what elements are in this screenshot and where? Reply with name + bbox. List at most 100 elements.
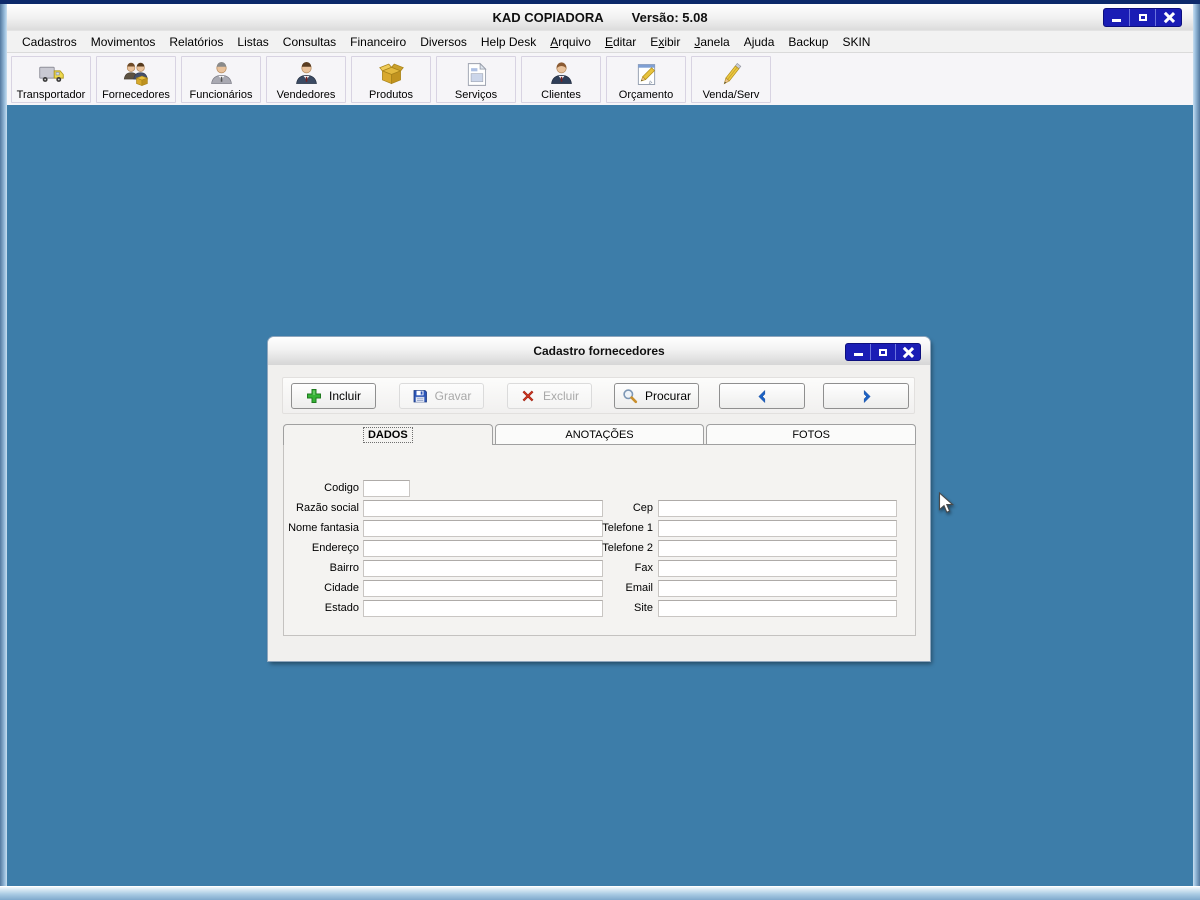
menu-item-label: Financeiro xyxy=(350,35,406,49)
toolbar-button-transportador[interactable]: Transportador xyxy=(11,56,91,103)
procurar-label: Procurar xyxy=(645,389,691,403)
main-window-controls xyxy=(1103,8,1182,27)
menu-item-editar[interactable]: Editar xyxy=(598,33,643,51)
dialog-title: Cadastro fornecedores xyxy=(533,344,664,358)
toolbar-button-orcamento[interactable]: Orçamento xyxy=(606,56,686,103)
menu-item-janela[interactable]: Janela xyxy=(687,33,736,51)
excluir-label: Excluir xyxy=(543,389,579,403)
minimize-button[interactable] xyxy=(1104,9,1129,26)
toolbar-button-label: Funcionários xyxy=(190,89,253,102)
toolbar-icon xyxy=(462,60,491,89)
toolbar-button-label: Serviços xyxy=(455,89,497,102)
gravar-label: Gravar xyxy=(435,389,472,403)
plus-icon xyxy=(306,388,322,404)
dialog-maximize-button[interactable] xyxy=(870,344,895,360)
menu-item-label: Consultas xyxy=(283,35,336,49)
toolbar-button-label: Produtos xyxy=(369,89,413,102)
toolbar-button-funcionarios[interactable]: Funcionários xyxy=(181,56,261,103)
menu-item-label: Cadastros xyxy=(22,35,77,49)
menu-item-cadastros[interactable]: Cadastros xyxy=(15,33,84,51)
menu-item-label: Editar xyxy=(605,35,636,49)
cadastro-fornecedores-dialog: Cadastro fornecedores Incluir Gravar xyxy=(268,337,930,661)
fax-input[interactable] xyxy=(658,560,897,577)
dialog-titlebar[interactable]: Cadastro fornecedores xyxy=(268,337,930,366)
menu-item-label: Arquivo xyxy=(550,35,591,49)
field-label: Cep xyxy=(578,502,658,514)
mouse-cursor xyxy=(938,492,958,514)
desktop-screen: KAD COPIADORA Versão: 5.08 Cadastros Mov… xyxy=(0,0,1200,900)
floppy-icon xyxy=(412,388,428,404)
tab-anotacoes[interactable]: ANOTAÇÕES xyxy=(495,424,705,444)
menu-item-exibir[interactable]: Exibir xyxy=(643,33,687,51)
previous-record-button[interactable] xyxy=(719,383,805,409)
form-field-fax: Fax xyxy=(578,559,897,577)
form-field-cep: Cep xyxy=(578,499,897,517)
chevron-left-icon xyxy=(755,389,770,404)
toolbar-icon xyxy=(377,60,406,89)
excluir-button: Excluir xyxy=(507,383,592,409)
incluir-label: Incluir xyxy=(329,389,361,403)
minimize-icon xyxy=(854,353,863,356)
app-version: Versão: 5.08 xyxy=(632,10,708,25)
menu-item-arquivo[interactable]: Arquivo xyxy=(543,33,598,51)
menu-item-listas[interactable]: Listas xyxy=(230,33,275,51)
telefone-2-input[interactable] xyxy=(658,540,897,557)
procurar-button[interactable]: Procurar xyxy=(614,383,699,409)
email-input[interactable] xyxy=(658,580,897,597)
menu-item-diversos[interactable]: Diversos xyxy=(413,33,474,51)
tab-label: ANOTAÇÕES xyxy=(561,428,637,442)
toolbar-icon xyxy=(207,60,236,89)
toolbar-button-clientes[interactable]: Clientes xyxy=(521,56,601,103)
toolbar-button-vendedores[interactable]: Vendedores xyxy=(266,56,346,103)
toolbar-button-venda-serv[interactable]: Venda/Serv xyxy=(691,56,771,103)
maximize-button[interactable] xyxy=(1129,9,1155,26)
menu-item-backup[interactable]: Backup xyxy=(781,33,835,51)
toolbar-button-label: Clientes xyxy=(541,89,581,102)
tab-dados[interactable]: DADOS xyxy=(283,424,493,445)
toolbar-button-servicos[interactable]: Serviços xyxy=(436,56,516,103)
site-input[interactable] xyxy=(658,600,897,617)
menu-item-skin[interactable]: SKIN xyxy=(835,33,877,51)
main-titlebar[interactable]: KAD COPIADORA Versão: 5.08 xyxy=(7,4,1193,31)
gravar-button: Gravar xyxy=(399,383,484,409)
menu-item-label: Help Desk xyxy=(481,35,536,49)
dialog-close-button[interactable] xyxy=(895,344,920,360)
app-title: KAD COPIADORA xyxy=(492,10,603,25)
field-label: Email xyxy=(578,582,658,594)
menu-item-label: Ajuda xyxy=(744,35,775,49)
toolbar-icon xyxy=(292,60,321,89)
menu-item-relatorios[interactable]: Relatórios xyxy=(162,33,230,51)
menu-item-help-desk[interactable]: Help Desk xyxy=(474,33,543,51)
toolbar-icon xyxy=(37,60,66,89)
search-icon xyxy=(622,388,638,404)
maximize-icon xyxy=(1139,14,1147,21)
minimize-icon xyxy=(1112,19,1121,22)
window-frame-left xyxy=(0,4,7,887)
form-field-telefone-1: Telefone 1 xyxy=(578,519,897,537)
menu-item-label: Exibir xyxy=(650,35,680,49)
toolbar-button-label: Venda/Serv xyxy=(703,89,760,102)
field-label: Fax xyxy=(578,562,658,574)
menu-item-label: Listas xyxy=(237,35,268,49)
telefone-1-input[interactable] xyxy=(658,520,897,537)
toolbar-button-produtos[interactable]: Produtos xyxy=(351,56,431,103)
toolbar-button-fornecedores[interactable]: Fornecedores xyxy=(96,56,176,103)
cep-input[interactable] xyxy=(658,500,897,517)
window-frame-right xyxy=(1193,4,1200,887)
menu-item-movimentos[interactable]: Movimentos xyxy=(84,33,163,51)
dialog-minimize-button[interactable] xyxy=(846,344,870,360)
main-window-title: KAD COPIADORA Versão: 5.08 xyxy=(492,10,707,25)
tab-label: DADOS xyxy=(364,428,412,442)
toolbar-button-label: Vendedores xyxy=(277,89,336,102)
menu-item-label: Movimentos xyxy=(91,35,156,49)
menu-item-ajuda[interactable]: Ajuda xyxy=(737,33,782,51)
incluir-button[interactable]: Incluir xyxy=(291,383,376,409)
menu-item-financeiro[interactable]: Financeiro xyxy=(343,33,413,51)
next-record-button[interactable] xyxy=(823,383,909,409)
tab-fotos[interactable]: FOTOS xyxy=(706,424,916,444)
menu-item-consultas[interactable]: Consultas xyxy=(276,33,343,51)
dialog-window-controls xyxy=(845,343,921,361)
close-button[interactable] xyxy=(1155,9,1181,26)
field-label: Telefone 1 xyxy=(578,522,658,534)
delete-x-icon xyxy=(520,388,536,404)
